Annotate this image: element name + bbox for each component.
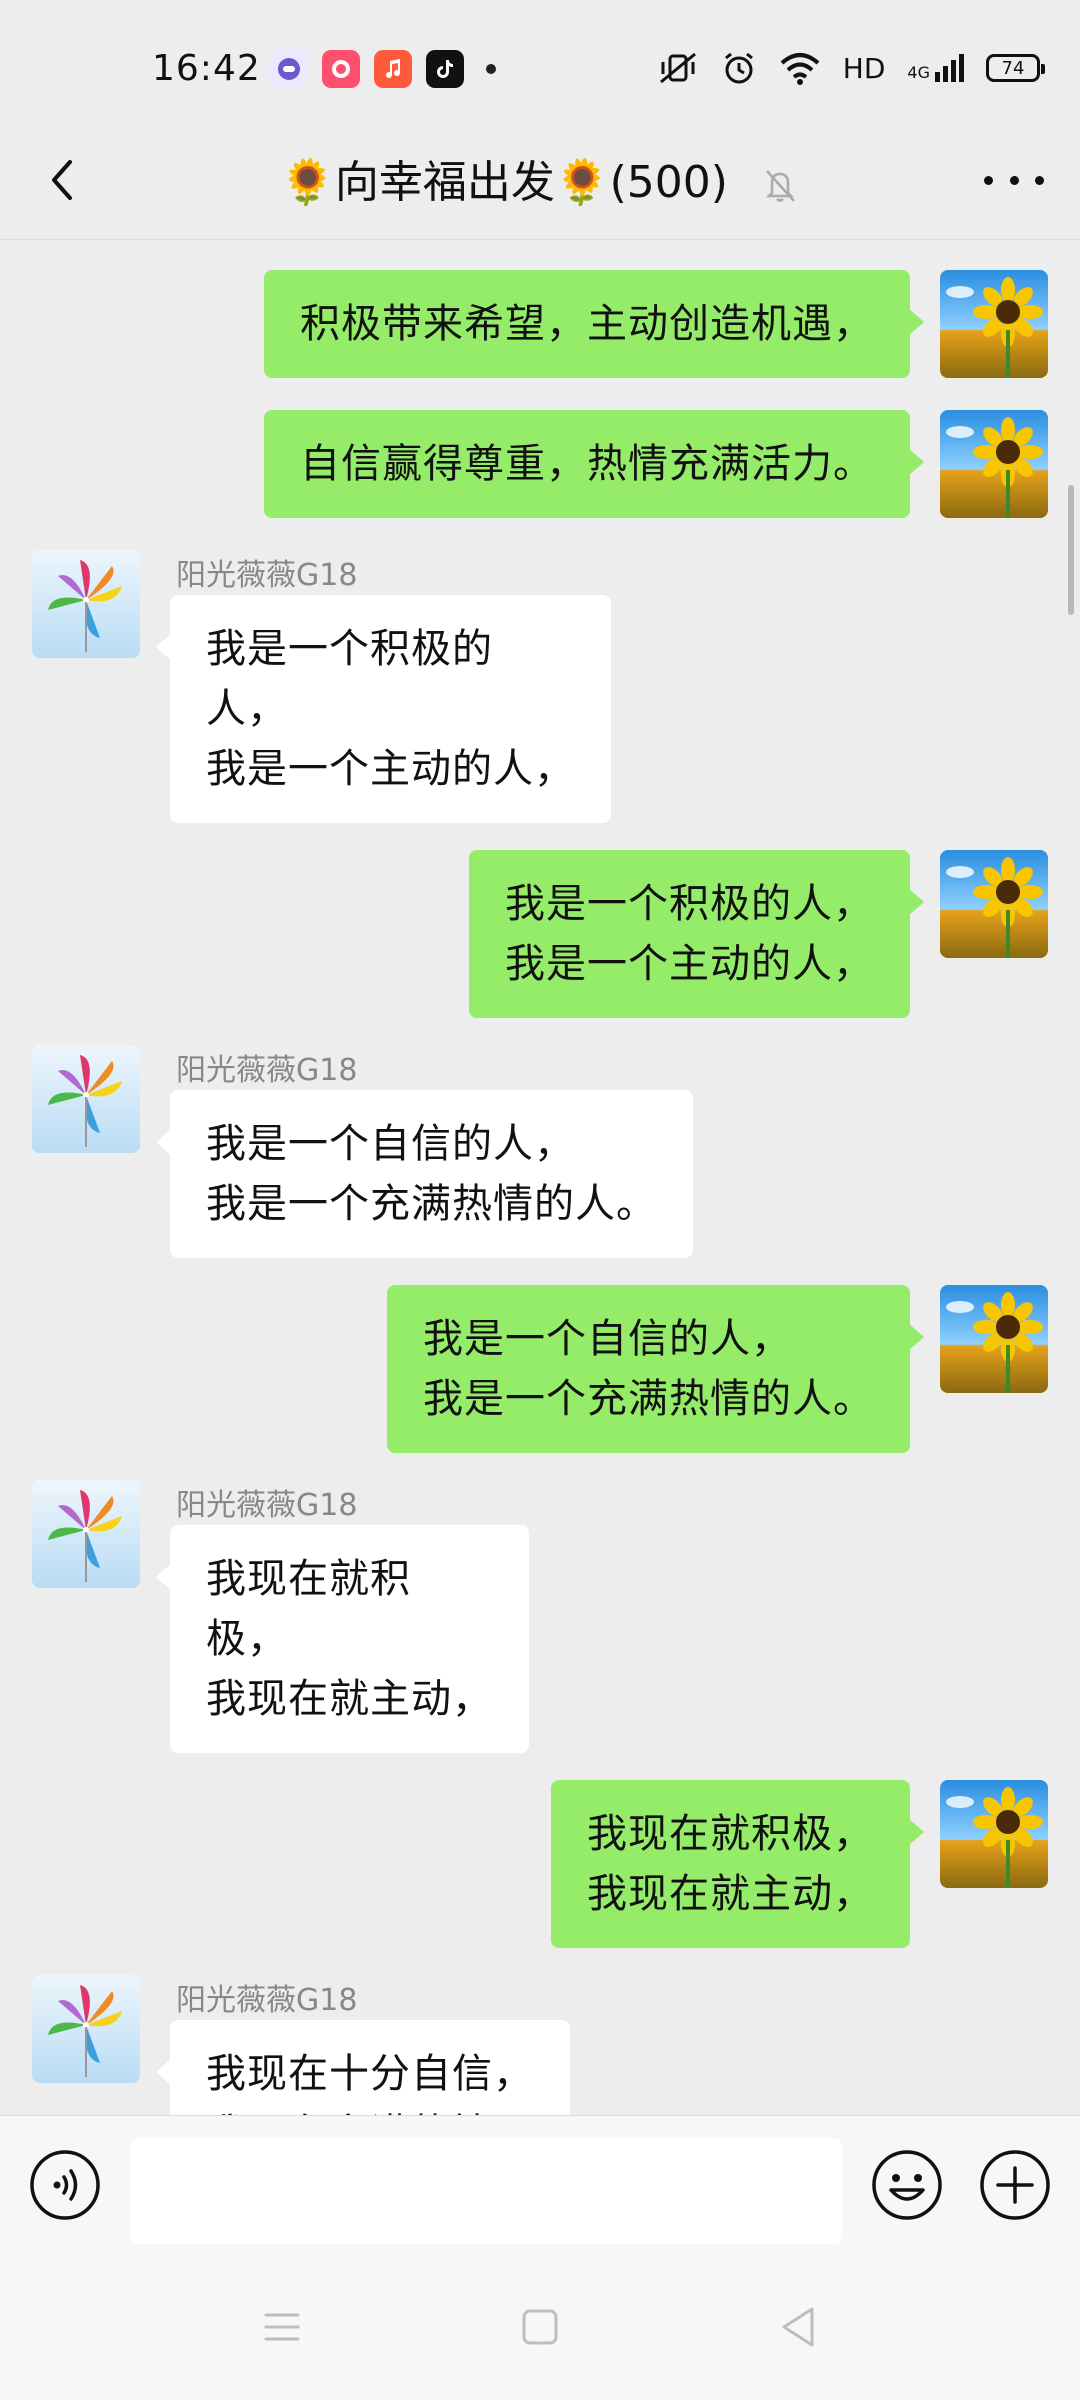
menu-icon (264, 2313, 300, 2341)
pinwheel-avatar-icon (32, 1975, 140, 2083)
avatar[interactable] (940, 1285, 1048, 1393)
message-bubble[interactable]: 我现在十分自信， 我现在充满热情 (156, 2020, 570, 2115)
signal-icon: 4G (907, 54, 964, 82)
message-bubble[interactable]: 自信赢得尊重，热情充满活力。 (264, 410, 924, 518)
chat-title: 🌻向幸福出发🌻(500) (280, 157, 728, 208)
avatar[interactable] (940, 410, 1048, 518)
message-row: 阳光薇薇G18 我现在十分自信， 我现在充满热情 (0, 1975, 1080, 2115)
message-list[interactable]: 积极带来希望，主动创造机遇， 自信赢得尊重，热情充满活力。 阳光薇薇G18 我是… (0, 240, 1080, 2115)
muted-bell-icon (765, 170, 795, 202)
nav-menu-button[interactable] (250, 2295, 314, 2359)
sunflower-avatar-icon (940, 850, 1048, 958)
notification-dot (486, 64, 496, 74)
tiktok-icon (426, 50, 464, 88)
smiley-icon (872, 2150, 942, 2220)
dot-icon (1009, 175, 1019, 185)
message-bubble[interactable]: 我现在就积极， 我现在就主动， (551, 1780, 924, 1948)
message-bubble[interactable]: 我是一个积极的 人， 我是一个主动的人， (156, 595, 611, 823)
back-triangle-icon (782, 2307, 814, 2347)
emoji-button[interactable] (870, 2148, 944, 2222)
avatar[interactable] (940, 1780, 1048, 1888)
message-row: 自信赢得尊重，热情充满活力。 (0, 410, 1080, 520)
sender-name: 阳光薇薇G18 (176, 1488, 358, 1523)
app-icon-podcast (322, 50, 360, 88)
message-row: 积极带来希望，主动创造机遇， (0, 270, 1080, 380)
chat-header: 🌻向幸福出发🌻(500) (0, 120, 1080, 240)
pinwheel-avatar-icon (32, 1045, 140, 1153)
battery-icon: 74 (986, 54, 1045, 82)
network-type-label: HD (842, 51, 886, 85)
sender-name: 阳光薇薇G18 (176, 558, 358, 593)
sunflower-avatar-icon (940, 270, 1048, 378)
message-bubble[interactable]: 积极带来希望，主动创造机遇， (264, 270, 924, 378)
message-row: 阳光薇薇G18 我现在就积 极， 我现在就主动， (0, 1480, 1080, 1760)
status-bar: 16:42 HD 4G 74 (0, 0, 1080, 140)
message-bubble[interactable]: 我是一个自信的人， 我是一个充满热情的人。 (156, 1090, 693, 1258)
sunflower-avatar-icon (940, 1285, 1048, 1393)
message-row: 我是一个自信的人， 我是一个充满热情的人。 (0, 1285, 1080, 1455)
avatar[interactable] (32, 1975, 140, 2083)
message-row: 阳光薇薇G18 我是一个自信的人， 我是一个充满热情的人。 (0, 1045, 1080, 1265)
avatar[interactable] (32, 1480, 140, 1588)
message-row: 我是一个积极的人， 我是一个主动的人， (0, 850, 1080, 1020)
sunflower-avatar-icon (940, 410, 1048, 518)
message-row: 我现在就积极， 我现在就主动， (0, 1780, 1080, 1950)
battery-level: 74 (1001, 57, 1025, 79)
system-navigation-bar (0, 2255, 1080, 2400)
message-bubble[interactable]: 我是一个积极的人， 我是一个主动的人， (469, 850, 924, 1018)
avatar[interactable] (32, 550, 140, 658)
chat-title-container: 🌻向幸福出发🌻(500) (0, 146, 1080, 210)
nav-home-button[interactable] (508, 2295, 572, 2359)
message-bubble[interactable]: 我是一个自信的人， 我是一个充满热情的人。 (387, 1285, 924, 1453)
voice-input-button[interactable] (28, 2148, 102, 2222)
message-bubble[interactable]: 我现在就积 极， 我现在就主动， (156, 1525, 529, 1753)
home-square-icon (522, 2309, 558, 2345)
plus-icon (980, 2150, 1050, 2220)
nav-back-button[interactable] (766, 2295, 830, 2359)
avatar[interactable] (940, 270, 1048, 378)
avatar[interactable] (940, 850, 1048, 958)
alarm-icon (724, 52, 753, 84)
sender-name: 阳光薇薇G18 (176, 1983, 358, 2018)
message-input[interactable] (130, 2138, 842, 2244)
music-icon (374, 50, 412, 88)
status-app-icons (270, 50, 496, 88)
dot-icon (1035, 175, 1044, 185)
message-row: 阳光薇薇G18 我是一个积极的 人， 我是一个主动的人， (0, 550, 1080, 830)
voice-icon (30, 2150, 100, 2220)
status-indicators: HD 4G 74 (657, 50, 1045, 86)
message-input-bar (0, 2115, 1080, 2255)
sunflower-avatar-icon (940, 1780, 1048, 1888)
wifi-icon (780, 53, 820, 85)
dot-icon (984, 175, 993, 185)
avatar[interactable] (32, 1045, 140, 1153)
signal-label: 4G (907, 63, 930, 82)
sender-name: 阳光薇薇G18 (176, 1053, 358, 1088)
pinwheel-avatar-icon (32, 1480, 140, 1588)
status-time: 16:42 (152, 48, 261, 89)
vibrate-mute-icon (659, 52, 696, 84)
more-functions-button[interactable] (978, 2148, 1052, 2222)
more-options-button[interactable] (984, 160, 1044, 200)
pinwheel-avatar-icon (32, 550, 140, 658)
app-icon-purple (270, 50, 308, 88)
